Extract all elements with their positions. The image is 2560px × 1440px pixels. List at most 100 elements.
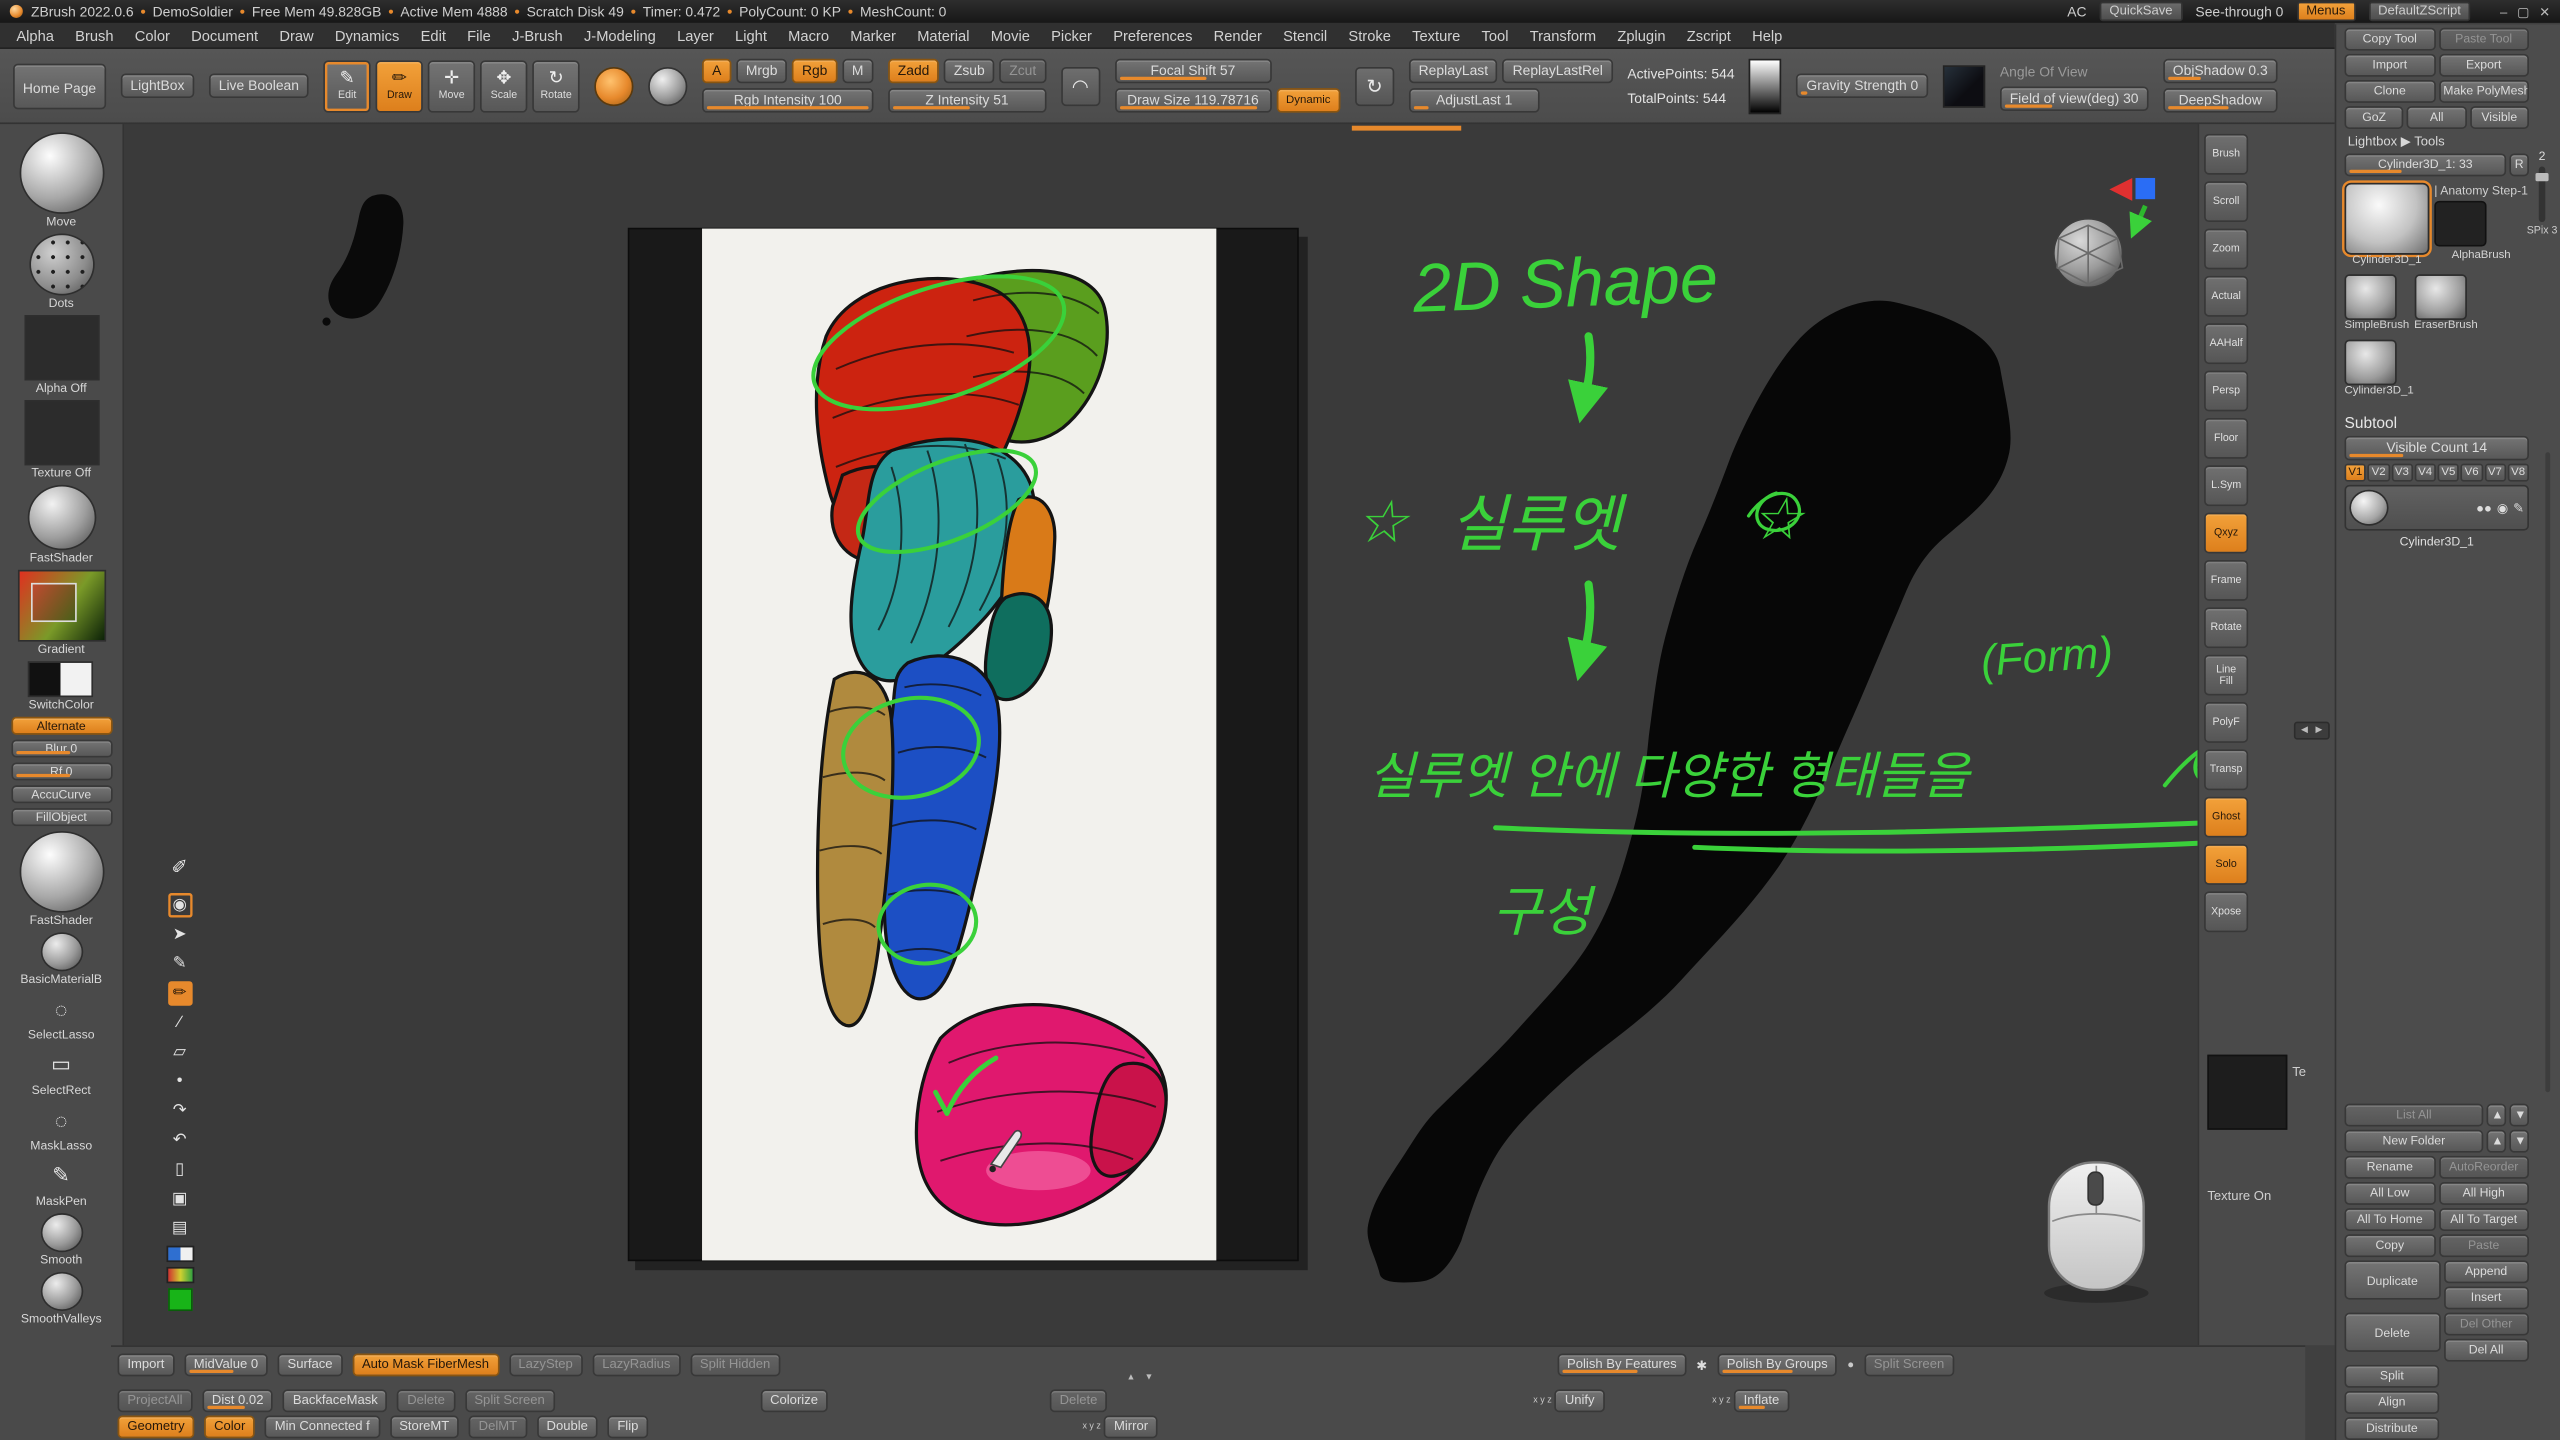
polypaint-icon[interactable]: ●●: [2476, 500, 2492, 515]
goz-button[interactable]: GoZ: [2344, 106, 2403, 129]
home-page-button[interactable]: Home Page: [13, 63, 106, 109]
pin-tool-icon[interactable]: ✐: [171, 856, 187, 879]
export-tool-button[interactable]: Export: [2438, 54, 2529, 77]
alphabrush-thumbnail[interactable]: [2434, 201, 2486, 247]
menu-item[interactable]: Light: [735, 27, 767, 43]
all-to-target-button[interactable]: All To Target: [2438, 1208, 2529, 1231]
version-tab[interactable]: V7: [2484, 464, 2506, 482]
left-tray-thumbnail[interactable]: ◌: [40, 991, 82, 1027]
menu-item[interactable]: Dynamics: [335, 27, 400, 43]
right-shelf-button[interactable]: Xpose: [2204, 891, 2248, 932]
left-tray-thumbnail[interactable]: [17, 570, 105, 642]
active-tool-slider[interactable]: Cylinder3D_1: 33: [2344, 153, 2506, 176]
goz-all-button[interactable]: All: [2407, 106, 2466, 129]
paint-mode-button[interactable]: M: [842, 59, 873, 83]
mirror-button[interactable]: Mirror: [1104, 1416, 1158, 1439]
tray-expander[interactable]: ◄ ►: [2294, 722, 2330, 740]
duplicate-button[interactable]: Duplicate: [2344, 1260, 2440, 1299]
window-control-button[interactable]: ▢: [2517, 4, 2529, 19]
right-shelf-button[interactable]: Rotate: [2204, 607, 2248, 648]
color-swatch-multi[interactable]: [166, 1267, 194, 1283]
left-tray-thumbnail[interactable]: [29, 233, 94, 295]
window-control-button[interactable]: –: [2500, 4, 2507, 19]
version-tab[interactable]: V1: [2344, 464, 2366, 482]
menu-item[interactable]: Layer: [677, 27, 714, 43]
unify-xyz-modifiers[interactable]: x y z: [1533, 1397, 1551, 1405]
version-tab[interactable]: V8: [2507, 464, 2529, 482]
left-tray-button[interactable]: Blur 0: [11, 740, 112, 758]
rgb-intensity-slider[interactable]: Rgb Intensity 100: [702, 88, 873, 112]
polish-by-features-slider[interactable]: Polish By Features: [1557, 1353, 1686, 1376]
simplebrush-thumbnail[interactable]: [2344, 274, 2396, 320]
draw-size-slider[interactable]: Draw Size 119.78716: [1115, 88, 1272, 112]
sculpt-mode-button[interactable]: Zsub: [944, 59, 994, 83]
live-boolean-button[interactable]: Live Boolean: [209, 73, 309, 97]
version-tab[interactable]: V2: [2368, 464, 2390, 482]
replay-last-rel-button[interactable]: ReplayLastRel: [1503, 59, 1613, 83]
all-to-home-button[interactable]: All To Home: [2344, 1208, 2435, 1231]
bottom-button[interactable]: Auto Mask FiberMesh: [352, 1353, 499, 1376]
right-shelf-button[interactable]: Persp: [2204, 371, 2248, 412]
inflate-slider[interactable]: Inflate: [1734, 1389, 1789, 1412]
bottom-button[interactable]: ProjectAll: [118, 1389, 193, 1412]
left-tray-thumbnail[interactable]: [27, 485, 96, 550]
import-tool-button[interactable]: Import: [2344, 54, 2435, 77]
green-color-swatch[interactable]: [167, 1288, 191, 1311]
left-tray-button[interactable]: AccuCurve: [11, 785, 112, 803]
subtool-list-item[interactable]: ●● ◉ ✎: [2344, 485, 2528, 531]
stroke-type-icon[interactable]: ◠: [1061, 66, 1100, 105]
quicksave-button[interactable]: QuickSave: [2100, 2, 2183, 22]
paint-mode-button[interactable]: Mrgb: [736, 59, 787, 83]
version-tab[interactable]: V6: [2461, 464, 2483, 482]
right-shelf-button[interactable]: Solo: [2204, 844, 2248, 885]
left-tray-thumbnail[interactable]: ◌: [40, 1102, 82, 1138]
unify-button[interactable]: Unify: [1555, 1389, 1604, 1412]
alpha-thumbnail[interactable]: [1749, 58, 1782, 114]
strip-tool-icon[interactable]: •: [167, 1069, 191, 1093]
bottom-button[interactable]: DelMT: [469, 1416, 527, 1439]
menu-item[interactable]: Transform: [1530, 27, 1596, 43]
menu-item[interactable]: Document: [191, 27, 258, 43]
inflate-xyz-modifiers[interactable]: x y z: [1712, 1397, 1730, 1405]
obj-shadow-slider[interactable]: ObjShadow 0.3: [2163, 59, 2277, 83]
del-all-button[interactable]: Del All: [2443, 1339, 2529, 1362]
polish-by-groups-slider[interactable]: Polish By Groups: [1717, 1353, 1838, 1376]
strip-tool-icon[interactable]: ✏: [167, 981, 191, 1005]
bottom-button[interactable]: Split Screen: [465, 1389, 555, 1412]
field-of-view-slider[interactable]: Field of view(deg) 30: [2000, 86, 2148, 110]
left-tray-button[interactable]: FillObject: [11, 808, 112, 826]
material-sphere-icon[interactable]: [648, 66, 687, 105]
deep-shadow-slider[interactable]: DeepShadow: [2163, 88, 2277, 112]
menu-item[interactable]: Texture: [1412, 27, 1460, 43]
left-tray-thumbnail[interactable]: [40, 932, 82, 971]
delete-bottom-button[interactable]: Delete: [1050, 1389, 1107, 1412]
texture-thumbnail[interactable]: [1943, 64, 1985, 106]
make-polymesh3d-button[interactable]: Make PolyMesh3D: [2438, 80, 2529, 103]
r-button[interactable]: R: [2509, 153, 2529, 176]
right-shelf-button[interactable]: Brush: [2204, 134, 2248, 175]
menu-item[interactable]: Zplugin: [1617, 27, 1665, 43]
bottom-button[interactable]: Surface: [278, 1353, 343, 1376]
bottom-button[interactable]: StoreMT: [389, 1416, 459, 1439]
rename-button[interactable]: Rename: [2344, 1156, 2435, 1179]
dynamic-button[interactable]: Dynamic: [1276, 88, 1340, 112]
right-shelf-button[interactable]: Qxyz: [2204, 513, 2248, 554]
folder-up-button[interactable]: ▲: [2487, 1130, 2507, 1153]
paint-mode-button[interactable]: Rgb: [792, 59, 837, 83]
right-shelf-button[interactable]: Line Fill: [2204, 655, 2248, 696]
right-shelf-button[interactable]: Actual: [2204, 276, 2248, 317]
mode-button[interactable]: ✥ Scale: [480, 60, 527, 112]
replay-last-button[interactable]: ReplayLast: [1409, 59, 1498, 83]
mode-button[interactable]: ✎ Edit: [323, 60, 370, 112]
left-tray-thumbnail[interactable]: ✎: [40, 1158, 82, 1194]
menu-item[interactable]: Brush: [75, 27, 113, 43]
delete-subtool-button[interactable]: Delete: [2344, 1313, 2440, 1352]
menu-item[interactable]: Material: [917, 27, 969, 43]
menu-item[interactable]: Edit: [421, 27, 446, 43]
sculpt-mode-button[interactable]: Zadd: [888, 59, 939, 83]
menu-item[interactable]: Preferences: [1113, 27, 1192, 43]
bottom-button[interactable]: Delete: [397, 1389, 454, 1412]
subtool-down-button[interactable]: ▼: [2509, 1104, 2529, 1127]
append-button[interactable]: Append: [2443, 1260, 2529, 1283]
tray-divider-arrows[interactable]: ▲ ▼: [1127, 1373, 1157, 1383]
